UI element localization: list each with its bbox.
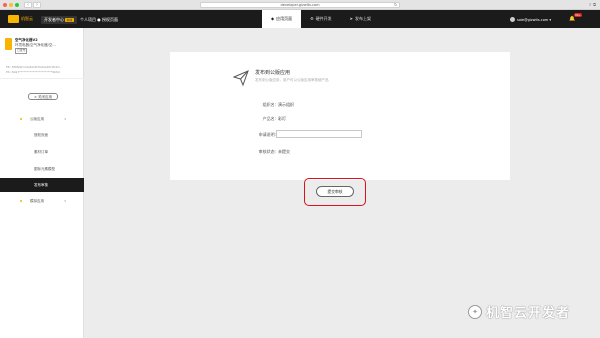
field-product: 产品名: 彩灯 [170, 116, 510, 124]
field-value: 彩灯 [278, 116, 286, 121]
chevron-left-icon[interactable]: ‹ [24, 2, 32, 8]
notification-badge: 99+ [574, 13, 582, 17]
sidebar-item-label: 公版应用 [30, 117, 44, 121]
product-header: 空气净化器V2 环境电器/空气净化器/空... 已发布 [5, 38, 56, 54]
sidebar-item-auth-page[interactable]: 授权页面 [0, 128, 84, 142]
sidebar-item-label: 模拟应用 [30, 199, 44, 203]
sidebar-item-icon-model[interactable]: 图标元素模型 [0, 162, 84, 176]
window-close-icon[interactable] [3, 3, 7, 7]
top-navigation: 机智云 开发者中心 新版 个人项目 ● 授权页面 ◆ 应用页面 ⚙ 硬件开发 ➤ … [0, 10, 600, 28]
user-menu[interactable]: sole@gizwits.com ▾ [510, 17, 551, 22]
watermark: ✦ 机智云开发者 [468, 302, 570, 321]
tab-app-pages[interactable]: ◆ 应用页面 [262, 10, 302, 28]
sidebar-item-label: 发布审核 [34, 183, 48, 187]
avatar [510, 17, 515, 22]
status-badge: 已发布 [15, 48, 28, 54]
description-input[interactable] [276, 130, 362, 138]
user-email: sole@gizwits.com ▾ [517, 17, 552, 22]
field-description: 申请说明: [170, 130, 510, 140]
bullet-icon [20, 118, 22, 120]
logo-mark-icon [8, 15, 19, 23]
tab-label: 应用页面 [276, 16, 293, 21]
sidebar-item-sim-app[interactable]: 模拟应用 ∨ [0, 194, 84, 208]
logo-text: 机智云 [21, 16, 33, 21]
wechat-icon: ✦ [468, 304, 482, 319]
close-app-button[interactable]: × 关闭应用 [28, 93, 58, 100]
field-label: 组织名: [262, 102, 276, 107]
reload-icon[interactable]: ↻ [394, 2, 397, 7]
project-selector[interactable]: 个人项目 ● 授权页面 [80, 17, 118, 23]
sidebar-item-label: 图标元素模型 [34, 167, 55, 171]
product-key: PK: 8f4fe9fcd4e64d07b6de6f70b2d... [6, 65, 63, 69]
product-thumbnail [5, 38, 12, 50]
submit-review-button[interactable]: 提交审核 [316, 186, 354, 197]
field-review-status: 审核状态: 未提交 [170, 149, 510, 157]
tab-publish[interactable]: ➤ 发布上架 [341, 10, 380, 28]
sidebar-item-publish-review[interactable]: 发布审核 [0, 178, 84, 192]
sidebar-item-public-app[interactable]: 公版应用 ∨ [0, 112, 84, 126]
chevron-down-icon: ∨ [64, 117, 67, 121]
field-org: 组织名: 演示组织 [170, 102, 510, 110]
developer-center-label: 开发者中心 [44, 17, 64, 22]
bullet-icon [20, 200, 22, 202]
sidebar-item-material-order[interactable]: 素材订单 [0, 145, 84, 159]
logo[interactable]: 机智云 [8, 15, 33, 23]
watermark-text: 机智云开发者 [486, 306, 571, 321]
product-info: 空气净化器V2 环境电器/空气净化器/空... 已发布 [15, 38, 56, 54]
new-badge: 新版 [65, 18, 75, 22]
chevron-right-icon[interactable]: › [33, 2, 41, 8]
tab-hardware-dev[interactable]: ⚙ 硬件开发 [301, 10, 341, 28]
field-label: 审核状态: [258, 149, 276, 154]
field-label: 申请说明: [258, 132, 276, 137]
window-zoom-icon[interactable] [15, 3, 19, 7]
send-icon: ➤ [349, 16, 354, 21]
share-icon[interactable]: ⇪ ⧉ [589, 2, 596, 8]
tab-label: 发布上架 [355, 16, 372, 21]
nav-tabs: ◆ 应用页面 ⚙ 硬件开发 ➤ 发布上架 [262, 10, 380, 28]
window-minimize-icon[interactable] [9, 3, 13, 7]
chevron-down-icon: ∨ [64, 199, 67, 203]
address-bar[interactable]: developer.gizwits.com [200, 2, 400, 8]
publish-card: 发布到公版应用 发布到公版应用，用户可以公版应用审核使产品 组织名: 演示组织 … [170, 52, 510, 180]
gear-icon: ⚙ [310, 16, 314, 21]
page-subtitle: 发布到公版应用，用户可以公版应用审核使产品 [255, 78, 329, 82]
diamond-icon: ◆ [271, 16, 275, 21]
tab-label: 硬件开发 [315, 16, 332, 21]
page-title: 发布到公版应用 [255, 70, 291, 76]
divider [0, 78, 84, 79]
paper-plane-icon [233, 70, 249, 86]
field-label: 产品名: [262, 116, 276, 121]
developer-center-button[interactable]: 开发者中心 新版 [41, 16, 78, 24]
field-value: 演示组织 [278, 102, 294, 107]
product-secret: PS: 8a97**********************9b64 [6, 70, 60, 74]
browser-titlebar: ‹ › developer.gizwits.com ↻ ⇪ ⧉ [0, 0, 600, 10]
field-value: 未提交 [278, 149, 290, 154]
sidebar: 空气净化器V2 环境电器/空气净化器/空... 已发布 PK: 8f4fe9fc… [0, 28, 84, 338]
sidebar-item-label: 授权页面 [34, 133, 48, 137]
sidebar-item-label: 素材订单 [34, 150, 48, 154]
